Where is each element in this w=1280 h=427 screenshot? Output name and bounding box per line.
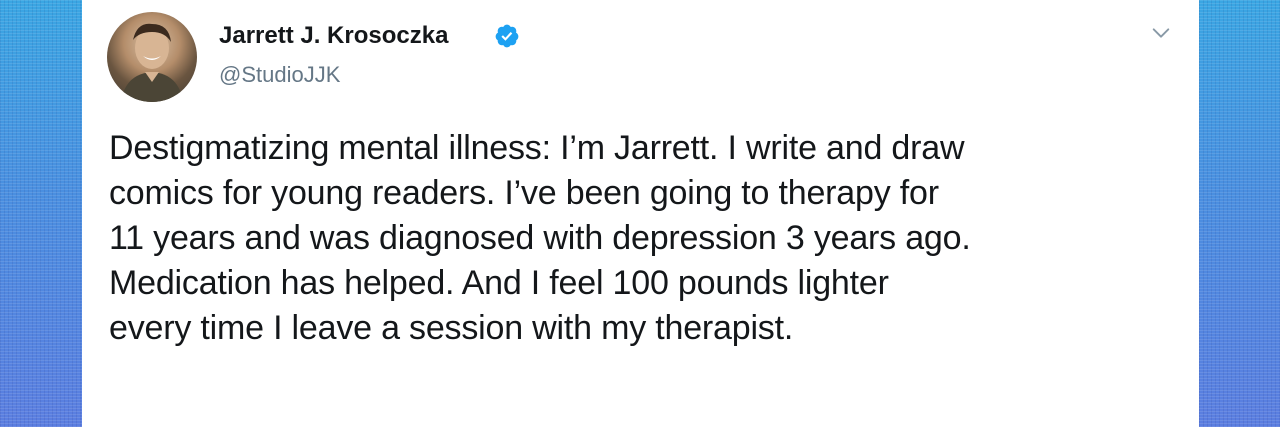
- tweet-text: Destigmatizing mental illness: I’m Jarre…: [109, 129, 971, 347]
- avatar[interactable]: [107, 12, 197, 102]
- chevron-down-icon[interactable]: [1150, 22, 1172, 44]
- verified-badge-icon: [495, 24, 519, 48]
- author-handle[interactable]: @StudioJJK: [219, 62, 340, 88]
- background-pattern-left: [0, 0, 82, 427]
- tweet-card: Jarrett J. Krosoczka @StudioJJK Destigma…: [82, 0, 1199, 427]
- avatar-photo: [121, 23, 183, 102]
- author-name[interactable]: Jarrett J. Krosoczka: [219, 22, 448, 50]
- background-pattern-right: [1199, 0, 1280, 427]
